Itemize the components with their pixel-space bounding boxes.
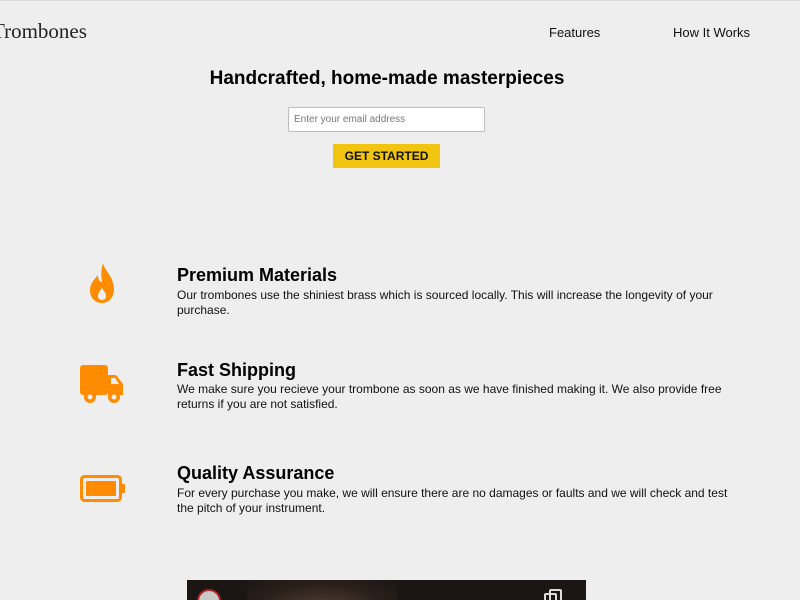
feature-title-quality-assurance: Quality Assurance [177,463,335,483]
nav-link-how-it-works[interactable]: How It Works [673,25,750,40]
site-logo[interactable]: Trombones [0,19,87,44]
video-thumbnail [247,580,397,600]
battery-icon [80,475,125,502]
get-started-button[interactable]: GET STARTED [333,144,440,168]
truck-icon [80,365,123,403]
hero-title: Handcrafted, home-made masterpieces [209,68,565,89]
feature-description-quality-assurance: For every purchase you make, we will ens… [177,486,728,515]
nav-link-features[interactable]: Features [549,25,600,40]
feature-description-premium-materials: Our trombones use the shiniest brass whi… [177,288,713,317]
top-border [0,0,800,1]
feature-title-fast-shipping: Fast Shipping [177,360,296,380]
flame-icon [90,263,114,303]
channel-avatar[interactable] [197,589,221,600]
feature-title-premium-materials: Premium Materials [177,265,338,285]
copy-link-icon[interactable] [543,588,565,600]
video-embed[interactable] [187,580,586,600]
email-input[interactable] [288,107,485,132]
landing-page: Trombones Features How It Works Handcraf… [0,0,800,600]
feature-description-fast-shipping: We make sure you recieve your trombone a… [177,382,722,411]
